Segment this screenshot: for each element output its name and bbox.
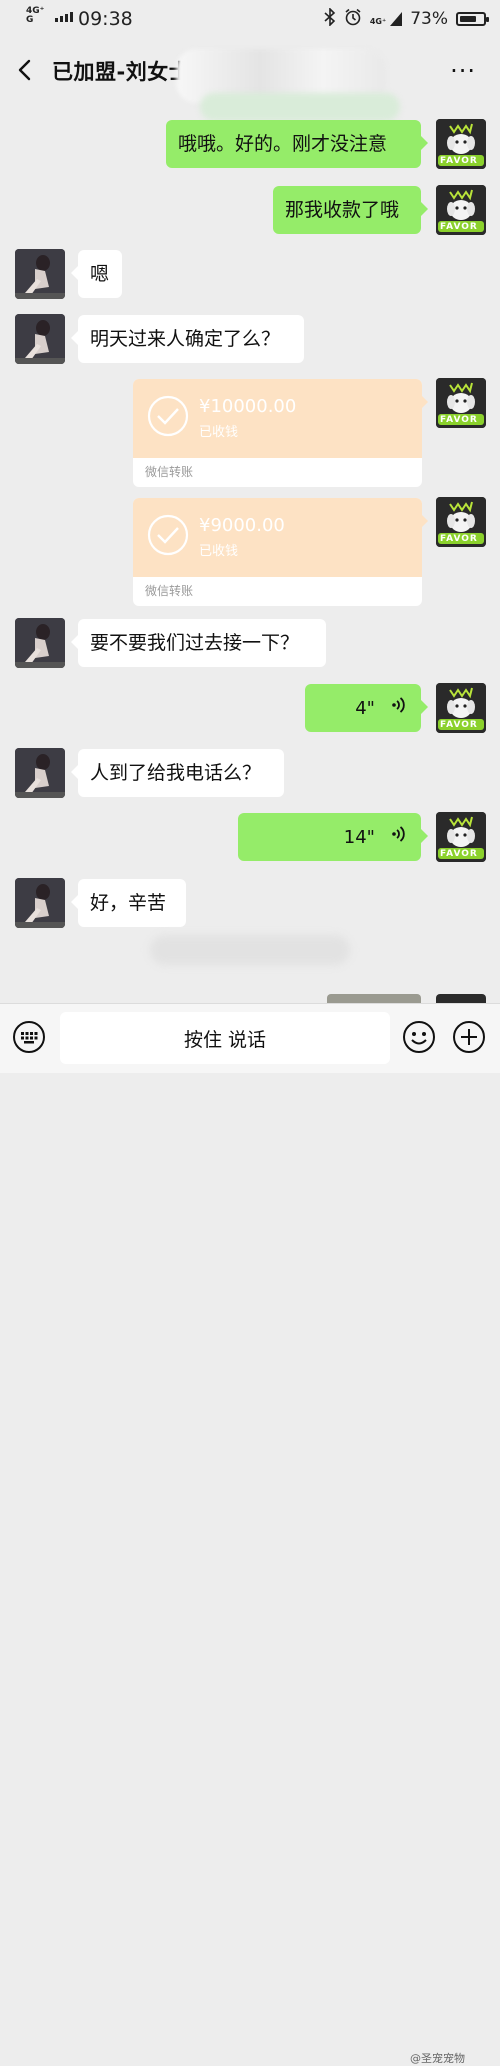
keyboard-icon[interactable] xyxy=(12,1020,46,1054)
bluetooth-icon xyxy=(324,7,336,30)
contact-avatar[interactable] xyxy=(15,748,65,798)
avatar-logo-text: FAVOR xyxy=(440,849,478,859)
network-type-right: 4G⁺ xyxy=(369,17,387,26)
contact-text-message[interactable]: 嗯 xyxy=(71,250,122,298)
transfer-card[interactable]: ¥10000.00 已收钱 微信转账 xyxy=(133,379,422,487)
my-avatar[interactable]: FAVOR xyxy=(436,683,486,733)
network-indicator: 4G⁺ G xyxy=(26,7,44,25)
transfer-amount: ¥10000.00 xyxy=(199,396,297,417)
my-avatar[interactable]: FAVOR xyxy=(436,378,486,428)
hold-to-talk-button[interactable]: 按住 说话 xyxy=(60,1012,390,1064)
battery-icon xyxy=(456,12,489,26)
my-avatar[interactable]: FAVOR xyxy=(436,185,486,235)
transfer-status: 已收钱 xyxy=(199,425,239,440)
status-right: 4G⁺ 73% xyxy=(324,7,489,30)
chat-header: 已加盟-刘女士 ··· xyxy=(0,45,500,121)
bubble-tail xyxy=(421,395,428,409)
my-avatar[interactable]: FAVOR xyxy=(436,812,486,862)
transfer-card[interactable]: ¥9000.00 已收钱 微信转账 xyxy=(133,498,422,606)
emoji-icon[interactable] xyxy=(402,1020,436,1054)
contact-avatar[interactable] xyxy=(15,878,65,928)
chat-title: 已加盟-刘女士 xyxy=(52,60,191,84)
avatar-logo-text: FAVOR xyxy=(440,156,478,166)
contact-text-message[interactable]: 明天过来人确定了么？ xyxy=(71,315,304,363)
check-circle-icon xyxy=(147,395,189,437)
my-voice-message[interactable]: 4" xyxy=(305,684,428,733)
my-text-message[interactable]: 哦哦。好的。刚才没注意 xyxy=(166,120,428,168)
avatar-logo-text: FAVOR xyxy=(440,415,478,425)
my-voice-message[interactable]: 14" xyxy=(238,813,428,862)
input-bar: 按住 说话 @圣宠宠物 xyxy=(0,1003,500,2065)
transfer-footer: 微信转账 xyxy=(145,584,194,598)
check-circle-icon xyxy=(147,514,189,556)
contact-avatar[interactable] xyxy=(15,249,65,299)
cellular-signal-icon: 4G⁺ xyxy=(369,12,403,26)
back-arrow-icon[interactable] xyxy=(12,53,42,87)
more-icon[interactable]: ··· xyxy=(450,57,476,85)
avatar-logo-text: FAVOR xyxy=(440,720,478,730)
alarm-icon xyxy=(344,8,362,30)
watermark: @圣宠宠物 xyxy=(410,2052,465,2065)
avatar-logo-text: FAVOR xyxy=(440,534,478,544)
contact-avatar[interactable] xyxy=(15,618,65,668)
voice-duration: 4" xyxy=(355,698,375,719)
my-text-message[interactable]: 那我收款了哦 xyxy=(273,186,428,234)
my-avatar[interactable]: FAVOR xyxy=(436,119,486,169)
status-time: 09:38 xyxy=(78,8,133,30)
contact-text-message[interactable]: 人到了给我电话么？ xyxy=(71,749,284,797)
plus-icon[interactable] xyxy=(452,1020,486,1054)
network-type-2: G xyxy=(26,15,34,25)
bubble-tail xyxy=(421,514,428,528)
battery-percent: 73% xyxy=(410,9,448,29)
voice-wave-icon xyxy=(391,685,407,733)
status-bar: 4G⁺ G 09:38 4G⁺ 73% xyxy=(0,0,500,38)
transfer-amount: ¥9000.00 xyxy=(199,515,285,536)
voice-duration: 14" xyxy=(343,827,375,848)
contact-text-message[interactable]: 要不要我们过去接一下？ xyxy=(71,619,326,667)
battery-fill xyxy=(460,16,476,22)
blurred-redaction-2 xyxy=(200,93,400,121)
contact-avatar[interactable] xyxy=(15,314,65,364)
transfer-footer: 微信转账 xyxy=(145,465,194,479)
blurred-timestamp xyxy=(150,935,350,965)
avatar-logo-text: FAVOR xyxy=(440,222,478,232)
transfer-status: 已收钱 xyxy=(199,544,239,559)
voice-wave-icon xyxy=(391,814,407,862)
my-avatar[interactable]: FAVOR xyxy=(436,497,486,547)
contact-text-message[interactable]: 好，辛苦 xyxy=(71,879,186,927)
signal-icon xyxy=(55,12,73,22)
